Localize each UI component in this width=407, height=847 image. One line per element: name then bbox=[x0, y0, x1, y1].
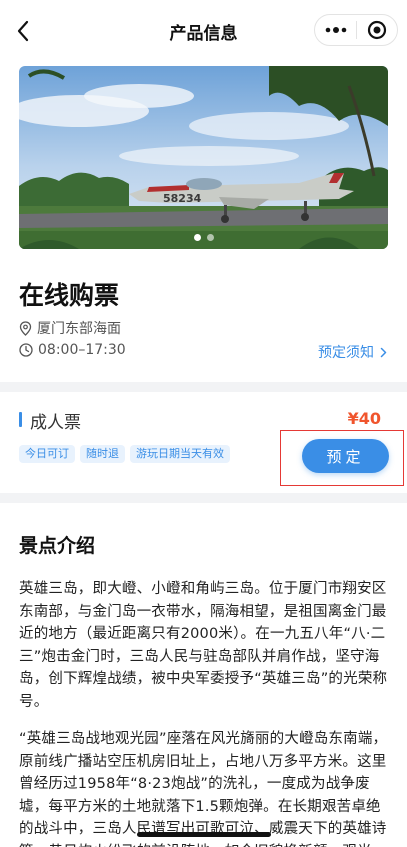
nav-bar: 产品信息 bbox=[0, 0, 407, 62]
product-title: 在线购票 bbox=[19, 281, 120, 310]
location-text: 厦门东部海面 bbox=[37, 321, 121, 337]
clock-icon bbox=[19, 343, 33, 357]
more-dots-icon bbox=[325, 27, 346, 33]
ticket-tag: 随时退 bbox=[80, 445, 125, 463]
carousel-indicator bbox=[19, 234, 388, 241]
more-button[interactable] bbox=[315, 15, 356, 45]
location-pin-icon bbox=[19, 320, 32, 336]
section-divider bbox=[0, 493, 407, 503]
ticket-card: 成人票 ¥40 今日可订 随时退 游玩日期当天有效 预定 bbox=[0, 392, 407, 493]
ticket-name: 成人票 bbox=[30, 413, 81, 433]
book-button[interactable]: 预定 bbox=[302, 439, 389, 473]
carousel-dot[interactable] bbox=[206, 234, 214, 241]
carousel-dot-active[interactable] bbox=[193, 234, 201, 241]
hours-row: 08:00–17:30 bbox=[19, 342, 126, 358]
intro-paragraph: 英雄三岛，即大嶝、小嶝和角屿三岛。位于厦门市翔安区东南部，与金门岛一衣带水，隔海… bbox=[19, 581, 388, 710]
banner-carousel[interactable]: 58234 bbox=[19, 66, 388, 249]
close-button[interactable] bbox=[357, 15, 397, 45]
target-close-icon bbox=[367, 20, 387, 40]
intro-heading: 景点介绍 bbox=[19, 535, 96, 557]
location-row: 厦门东部海面 bbox=[19, 318, 121, 338]
aircraft-number-label: 58234 bbox=[163, 192, 202, 205]
mini-program-capsule bbox=[314, 14, 398, 46]
intro-paragraph: “英雄三岛战地观光园”座落在风光旖丽的大嶝岛东南端，原前线广播站空压机房旧址上，… bbox=[19, 731, 388, 847]
ticket-price: ¥40 bbox=[347, 409, 381, 428]
ticket-tags: 今日可订 随时退 游玩日期当天有效 bbox=[19, 445, 230, 463]
booking-notice-label: 预定须知 bbox=[318, 345, 374, 361]
banner-image: 58234 bbox=[19, 66, 388, 249]
section-divider bbox=[0, 382, 407, 392]
chevron-right-icon bbox=[380, 347, 387, 357]
ticket-accent-bar bbox=[19, 412, 22, 427]
ticket-tag: 游玩日期当天有效 bbox=[130, 445, 230, 463]
hours-text: 08:00–17:30 bbox=[38, 342, 126, 358]
booking-notice-link[interactable]: 预定须知 bbox=[318, 342, 387, 362]
ticket-tag: 今日可订 bbox=[19, 445, 75, 463]
home-indicator bbox=[137, 832, 271, 837]
